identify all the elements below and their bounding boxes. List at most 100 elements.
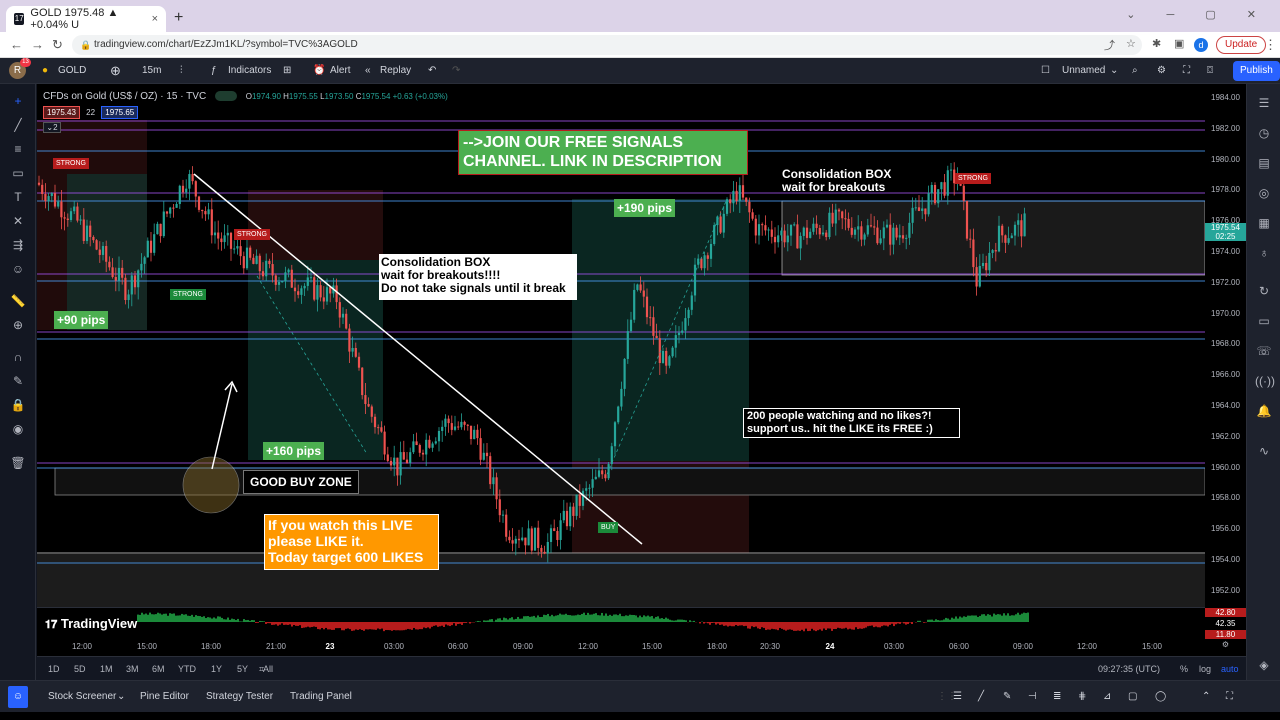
- watchlist-icon[interactable]: ☰: [1255, 94, 1273, 112]
- templates-grid-icon[interactable]: ⊞: [283, 58, 291, 84]
- reload-icon[interactable]: ↻: [52, 37, 63, 53]
- alerts-clock-icon[interactable]: ◷: [1255, 124, 1273, 142]
- pine-editor-tab[interactable]: Pine Editor: [140, 681, 189, 713]
- strategy-tester-tab[interactable]: Strategy Tester: [206, 681, 273, 713]
- maximize-icon[interactable]: ⛶: [1226, 681, 1233, 713]
- alert-button[interactable]: Alert: [330, 58, 351, 84]
- extensions-icon[interactable]: ✱: [1152, 37, 1161, 50]
- goto-date-icon[interactable]: ⌗: [259, 657, 264, 681]
- settings-gear-icon[interactable]: ⚙: [1157, 58, 1166, 84]
- fib-retracement-icon[interactable]: ≡: [9, 140, 27, 158]
- ruler-icon[interactable]: 📏: [9, 292, 27, 310]
- browser-tab[interactable]: 17 GOLD 1975.48 ▲ +0.04% U ×: [6, 6, 166, 32]
- range-button-5y[interactable]: 5Y: [237, 657, 248, 681]
- collapse-up-icon[interactable]: ⌃: [1202, 681, 1210, 713]
- stay-in-drawing-icon[interactable]: ✎: [9, 372, 27, 390]
- window-controls[interactable]: ⌄ ─ ▢ ✕: [1126, 8, 1270, 21]
- address-bar[interactable]: 🔒 tradingview.com/chart/EzZJm1KL/?symbol…: [72, 35, 1142, 55]
- layout-square-icon[interactable]: ☐: [1041, 58, 1050, 84]
- zoom-in-icon[interactable]: ⊕: [9, 316, 27, 334]
- layout-dropdown-icon[interactable]: ⌄: [1110, 58, 1118, 84]
- range-button-5d[interactable]: 5D: [74, 657, 86, 681]
- horizontal-line-icon[interactable]: ⊣: [1028, 681, 1037, 713]
- range-button-ytd[interactable]: YTD: [178, 657, 196, 681]
- new-tab-button[interactable]: +: [174, 9, 183, 27]
- hotlists-icon[interactable]: ◎: [1255, 184, 1273, 202]
- update-button[interactable]: Update: [1216, 36, 1267, 54]
- notifications-bell-icon[interactable]: 🔔: [1255, 402, 1273, 420]
- layout-name-button[interactable]: Unnamed: [1062, 58, 1105, 84]
- share-icon[interactable]: ⤴: [1104, 37, 1115, 53]
- calendar-icon[interactable]: ▦: [1255, 214, 1273, 232]
- rectangle-tool-icon[interactable]: ▭: [9, 164, 27, 182]
- brush-icon[interactable]: ✎: [1003, 681, 1011, 713]
- ask-price[interactable]: 1975.65: [101, 106, 139, 119]
- log-toggle[interactable]: log: [1199, 657, 1211, 681]
- sidebar-icon[interactable]: ▣: [1174, 37, 1184, 50]
- profile-avatar[interactable]: d: [1194, 38, 1208, 52]
- price-axis[interactable]: 1984.00 1982.00 1980.00 1978.00 1976.00 1974.…: [1205, 84, 1246, 656]
- back-arrow-icon[interactable]: ←: [10, 37, 23, 52]
- crosshair-icon[interactable]: +: [9, 92, 27, 110]
- collapse-indicators-button[interactable]: ⌄2: [43, 122, 61, 133]
- range-button-1d[interactable]: 1D: [48, 657, 60, 681]
- fib-icon[interactable]: ≣: [1053, 681, 1061, 713]
- lock-drawings-icon[interactable]: 🔒: [9, 396, 27, 414]
- percent-toggle[interactable]: %: [1180, 657, 1188, 681]
- bookmark-star-icon[interactable]: ☆: [1126, 37, 1136, 50]
- bid-price[interactable]: 1975.43: [43, 106, 80, 119]
- publish-button[interactable]: Publish: [1233, 61, 1280, 81]
- rect-icon[interactable]: ▢: [1128, 681, 1137, 713]
- utc-clock[interactable]: 09:27:35 (UTC): [1098, 657, 1160, 681]
- fullscreen-icon[interactable]: ⛶: [1183, 58, 1190, 84]
- trend-line-icon[interactable]: ╱: [9, 116, 27, 134]
- oscillator-pane[interactable]: 𝟏𝟕 TradingView: [37, 607, 1205, 636]
- emoji-icon[interactable]: ☺: [9, 260, 27, 278]
- text-tool-icon[interactable]: T: [9, 188, 27, 206]
- chevron-down-icon[interactable]: ⌄: [117, 681, 125, 713]
- pattern-tool-icon[interactable]: ✕: [9, 212, 27, 230]
- search-icon[interactable]: ⌕: [1132, 58, 1138, 84]
- symbol-search-button[interactable]: GOLD: [58, 58, 86, 84]
- data-window-icon[interactable]: ▤: [1255, 154, 1273, 172]
- layers-icon[interactable]: ◈: [1255, 656, 1273, 674]
- ideas-bulb-icon[interactable]: ♁: [1255, 244, 1273, 262]
- range-button-1y[interactable]: 1Y: [211, 657, 222, 681]
- accessibility-icon[interactable]: ☺: [8, 686, 28, 708]
- drawing-list-icon[interactable]: ☰: [953, 681, 962, 713]
- chats-icon[interactable]: ▭: [1255, 312, 1273, 330]
- channel-icon[interactable]: ⋕: [1078, 681, 1086, 713]
- time-axis[interactable]: 12:00 15:00 18:00 21:00 23 03:00 06:00 09:00 12:…: [37, 636, 1205, 656]
- axis-settings-icon[interactable]: ⚙: [1205, 640, 1246, 649]
- snapshot-camera-icon[interactable]: ⌼: [1207, 58, 1213, 84]
- hide-drawings-eye-icon[interactable]: ◉: [9, 420, 27, 438]
- prediction-tool-icon[interactable]: ⇶: [9, 236, 27, 254]
- replay-button[interactable]: Replay: [380, 58, 411, 84]
- line-tool-icon[interactable]: ╱: [978, 681, 984, 713]
- redo-icon[interactable]: ↷: [452, 58, 460, 84]
- magnet-icon[interactable]: ∩: [9, 348, 27, 366]
- compare-add-icon[interactable]: ⊕: [110, 58, 121, 84]
- range-button-3m[interactable]: 3M: [126, 657, 139, 681]
- circle-icon[interactable]: ◯: [1155, 681, 1166, 713]
- range-button-1m[interactable]: 1M: [100, 657, 113, 681]
- user-avatar[interactable]: R 13: [9, 58, 31, 79]
- tab-close-icon[interactable]: ×: [152, 13, 158, 25]
- stock-screener-tab[interactable]: Stock Screener: [48, 681, 116, 713]
- signals-wave-icon[interactable]: ∿: [1255, 442, 1273, 460]
- chart-type-icon[interactable]: ⫶: [180, 58, 183, 84]
- trading-panel-tab[interactable]: Trading Panel: [290, 681, 352, 713]
- forward-arrow-icon[interactable]: →: [31, 37, 44, 52]
- menu-kebab-icon[interactable]: ⋮: [1264, 37, 1277, 53]
- gann-icon[interactable]: ⊿: [1103, 681, 1111, 713]
- interval-button[interactable]: 15m: [142, 58, 161, 84]
- chart-pane[interactable]: -->JOIN OUR FREE SIGNALS CHANNEL. LINK I…: [37, 84, 1205, 607]
- range-button-6m[interactable]: 6M: [152, 657, 165, 681]
- streams-icon[interactable]: ↻: [1255, 282, 1273, 300]
- symbol-title[interactable]: CFDs on Gold (US$ / OZ) · 15 · TVC: [43, 91, 206, 102]
- chat-badge-icon[interactable]: ☏: [1255, 342, 1273, 360]
- trash-icon[interactable]: 🗑: [9, 454, 27, 472]
- indicators-button[interactable]: Indicators: [228, 58, 271, 84]
- range-button-all[interactable]: All: [263, 657, 273, 681]
- broadcast-icon[interactable]: ((·)): [1255, 372, 1275, 390]
